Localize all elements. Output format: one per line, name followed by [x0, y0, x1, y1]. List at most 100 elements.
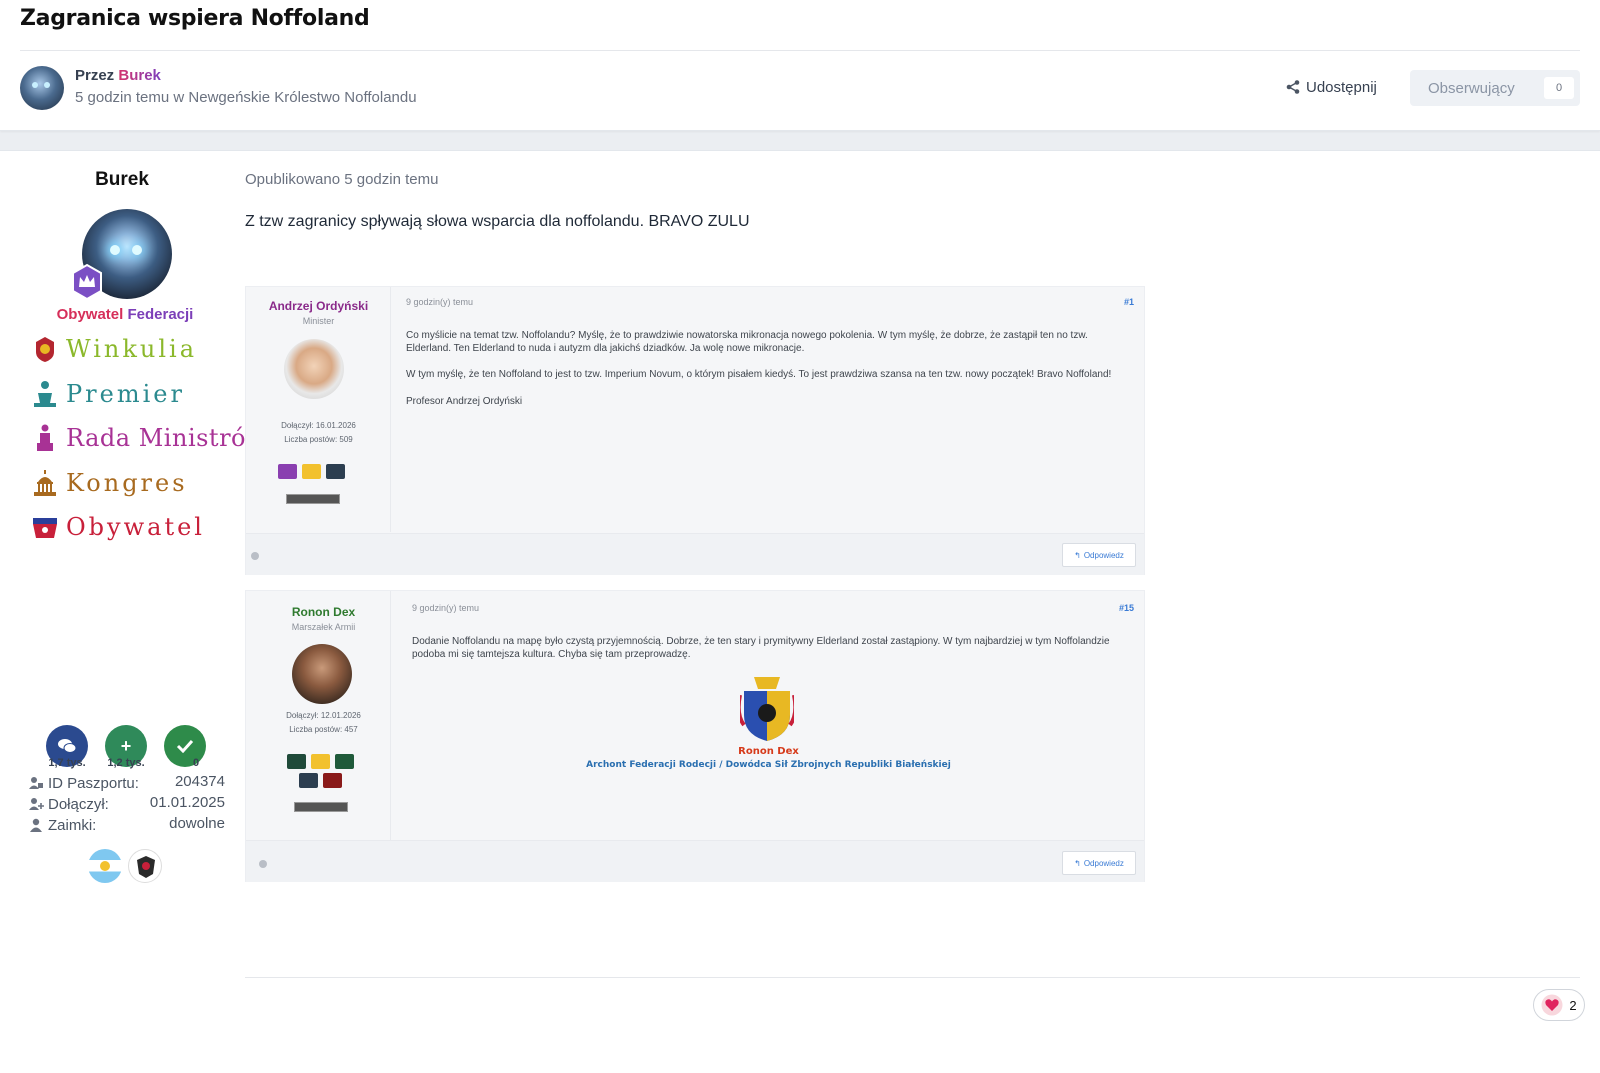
embed-post-number: #1 — [1123, 297, 1134, 307]
embed-paragraph: Profesor Andrzej Ordyński — [406, 396, 523, 407]
embed-posts: Liczba postów: 457 — [289, 725, 358, 734]
info-joined: Dołączył: 01.01.2025 — [28, 794, 225, 814]
user-plus-icon — [29, 798, 44, 810]
content-count-label: 1,7 tys. — [48, 757, 86, 769]
coat-of-arms-icon — [740, 677, 794, 741]
info-key: Zaimki: — [48, 816, 97, 834]
embed-joined: Dołączył: 16.01.2026 — [281, 421, 356, 430]
plus-icon: + — [120, 735, 132, 756]
badge-icon — [299, 773, 318, 788]
embed-author: Andrzej Ordyński — [268, 299, 369, 313]
group-name-part1: Obywatel — [56, 306, 124, 323]
solutions-label: 0 — [192, 757, 200, 769]
embed-dot — [251, 552, 259, 560]
comments-icon — [58, 739, 77, 753]
role-winkulia: Winkulia — [30, 331, 197, 367]
premier-icon — [34, 381, 56, 407]
info-value: 01.01.2025 — [149, 794, 225, 811]
badge-icon — [278, 464, 297, 479]
info-pronouns: Zaimki: dowolne — [28, 815, 225, 835]
embed-role: Minister — [302, 316, 335, 326]
emblem-icon[interactable] — [128, 849, 162, 883]
post-card: Burek Obywatel Federacji Winkulia Premie… — [0, 150, 1600, 1073]
role-premier: Premier — [30, 376, 185, 412]
info-key: ID Paszportu: — [48, 774, 139, 792]
info-value: dowolne — [169, 815, 225, 832]
post-text: Z tzw zagranicy spływają słowa wsparcia … — [245, 213, 750, 230]
council-icon — [37, 424, 53, 451]
role-label: Kongres — [66, 469, 188, 497]
follow-label: Obserwujący — [1428, 79, 1515, 97]
reputation-label: 1,2 tys. — [107, 757, 145, 769]
embed-stopka — [294, 802, 348, 812]
reply-icon: ↰ — [1074, 858, 1081, 868]
reaction-button[interactable]: 2 — [1533, 989, 1585, 1021]
info-passport: ID Paszportu: 204374 — [28, 773, 225, 793]
role-obywatel: Obywatel — [30, 509, 205, 545]
coat-of-arms-icon — [36, 337, 54, 362]
topic-title: Zagranica wspiera Noffoland — [20, 6, 370, 31]
info-value: 204374 — [174, 773, 225, 790]
embed-badges — [299, 773, 342, 788]
embed-reply-button: ↰ Odpowiedz — [1062, 543, 1136, 567]
signature-name: Ronon Dex — [738, 746, 799, 757]
check-icon — [176, 739, 194, 753]
embed-stopka — [286, 494, 340, 504]
embed-reply-label: Odpowiedz — [1083, 550, 1124, 560]
by-line: Przez Burek — [75, 67, 161, 84]
heart-icon — [1541, 994, 1563, 1016]
share-button[interactable]: Udostępnij — [1286, 76, 1377, 98]
capitol-icon — [34, 470, 56, 496]
embed-time: 9 godzin(y) temu — [406, 297, 474, 307]
flag-icon[interactable] — [88, 849, 122, 883]
post-date[interactable]: Opublikowano 5 godzin temu — [245, 171, 438, 188]
badge-icon — [302, 464, 321, 479]
citizen-icon — [33, 518, 57, 538]
role-kongres: Kongres — [30, 465, 188, 501]
role-label: Winkulia — [66, 335, 198, 363]
author-link[interactable]: Burek — [118, 67, 161, 84]
embed-avatar — [292, 644, 352, 704]
reply-icon: ↰ — [1074, 550, 1081, 560]
badge-icon — [323, 773, 342, 788]
embed-reply-button: ↰ Odpowiedz — [1062, 851, 1136, 875]
embed-badges — [287, 754, 354, 769]
badge-icon — [326, 464, 345, 479]
embed-joined: Dołączył: 12.01.2026 — [286, 711, 361, 720]
badge-icon — [335, 754, 354, 769]
reaction-count: 2 — [1569, 997, 1577, 1013]
author-avatar[interactable] — [20, 66, 64, 110]
badge-icon — [311, 754, 330, 769]
profile-name[interactable]: Burek — [0, 169, 244, 191]
group-name-part2: Federacji — [127, 306, 194, 323]
follow-button[interactable]: Obserwujący 0 — [1410, 70, 1580, 106]
role-label: Obywatel — [66, 513, 205, 541]
embed-posts: Liczba postów: 509 — [284, 435, 353, 444]
role-rada-ministrow: Rada Ministrów — [30, 420, 267, 456]
embed-badges — [278, 464, 345, 479]
embed-paragraph: W tym myślę, że ten Noffoland to jest to… — [406, 369, 1112, 380]
embed-avatar — [284, 339, 344, 399]
embed-time: 9 godzin(y) temu — [412, 603, 480, 613]
embed-role: Marszałek Armii — [291, 622, 356, 632]
user-card-icon — [29, 777, 43, 789]
topic-header: Zagranica wspiera Noffoland Przez Burek … — [0, 0, 1600, 131]
by-prefix: Przez — [75, 67, 115, 84]
follow-count: 0 — [1544, 77, 1574, 99]
embedded-post-screenshot: Andrzej Ordyński Minister Dołączył: 16.0… — [245, 286, 1145, 575]
topic-meta[interactable]: 5 godzin temu w Newgeńskie Królestwo Nof… — [75, 89, 417, 106]
post-divider — [245, 977, 1580, 978]
embedded-post-screenshot: Ronon Dex Marszałek Armii Dołączył: 12.0… — [245, 590, 1145, 882]
embed-reply-label: Odpowiedz — [1083, 858, 1124, 868]
role-label: Rada Ministrów — [66, 424, 268, 452]
role-label: Premier — [66, 380, 185, 408]
share-label: Udostępnij — [1306, 78, 1377, 96]
embed-post-number: #15 — [1118, 603, 1134, 613]
user-icon — [30, 818, 42, 832]
embed-paragraph: Dodanie Noffolandu na mapę było czystą p… — [412, 636, 1110, 660]
info-key: Dołączył: — [48, 795, 109, 813]
embed-footer: ↰ Odpowiedz — [246, 533, 1144, 575]
embed-footer: ↰ Odpowiedz — [246, 840, 1144, 882]
header-divider — [20, 50, 1580, 51]
badge-icon — [287, 754, 306, 769]
